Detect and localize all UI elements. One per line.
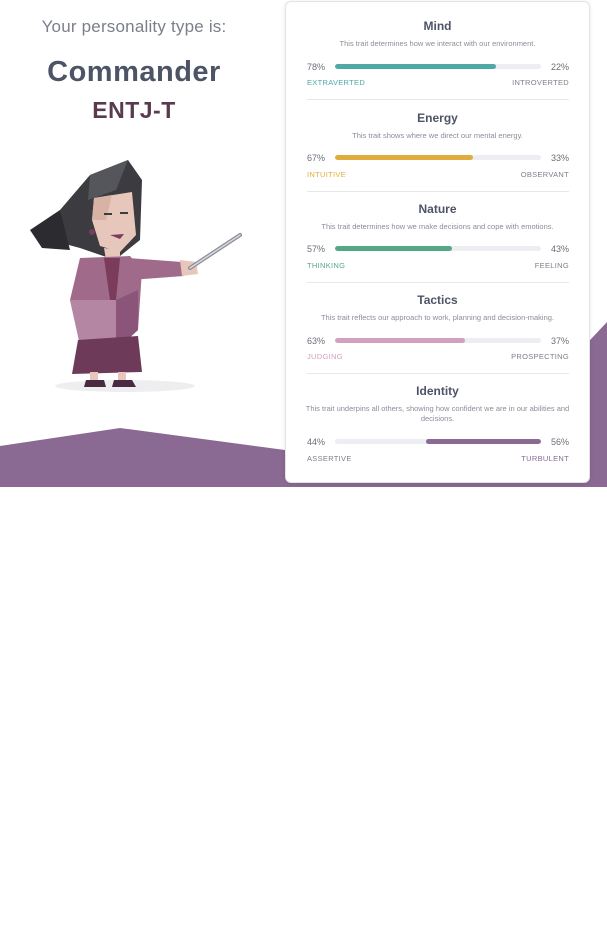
trait-description: This trait determines how we interact wi… (339, 39, 536, 48)
trait-labels-tactics: JUDGING PROSPECTING (307, 352, 569, 362)
trait-labels-identity: ASSERTIVE TURBULENT (307, 454, 569, 464)
commander-avatar (30, 160, 242, 392)
trait-bar-nature: 57% 43% (307, 243, 569, 255)
trait-mind: Mind This trait determines how we intera… (286, 19, 589, 49)
trait-labels-mind: EXTRAVERTED INTROVERTED (307, 78, 569, 88)
trait-bar-mind: 78% 22% (307, 61, 569, 73)
trait-bar-energy: 67% 33% (307, 152, 569, 164)
trait-bar-identity: 44% 56% (307, 436, 569, 448)
trait-bar-tactics: 63% 37% (307, 335, 569, 347)
left-trait-label: ASSERTIVE (307, 454, 352, 463)
intro-text: Your personality type is: (41, 17, 227, 36)
trait-title: Mind (423, 19, 452, 33)
traits-card: Mind This trait determines how we intera… (285, 1, 590, 483)
personality-summary: Your personality type is: Commander ENTJ… (0, 0, 268, 487)
trait-labels-energy: INTUITIVE OBSERVANT (307, 170, 569, 180)
personality-type-code: ENTJ-T (92, 97, 176, 123)
trait-labels-nature: THINKING FEELING (307, 261, 569, 271)
personality-type-name: Commander (47, 56, 221, 88)
